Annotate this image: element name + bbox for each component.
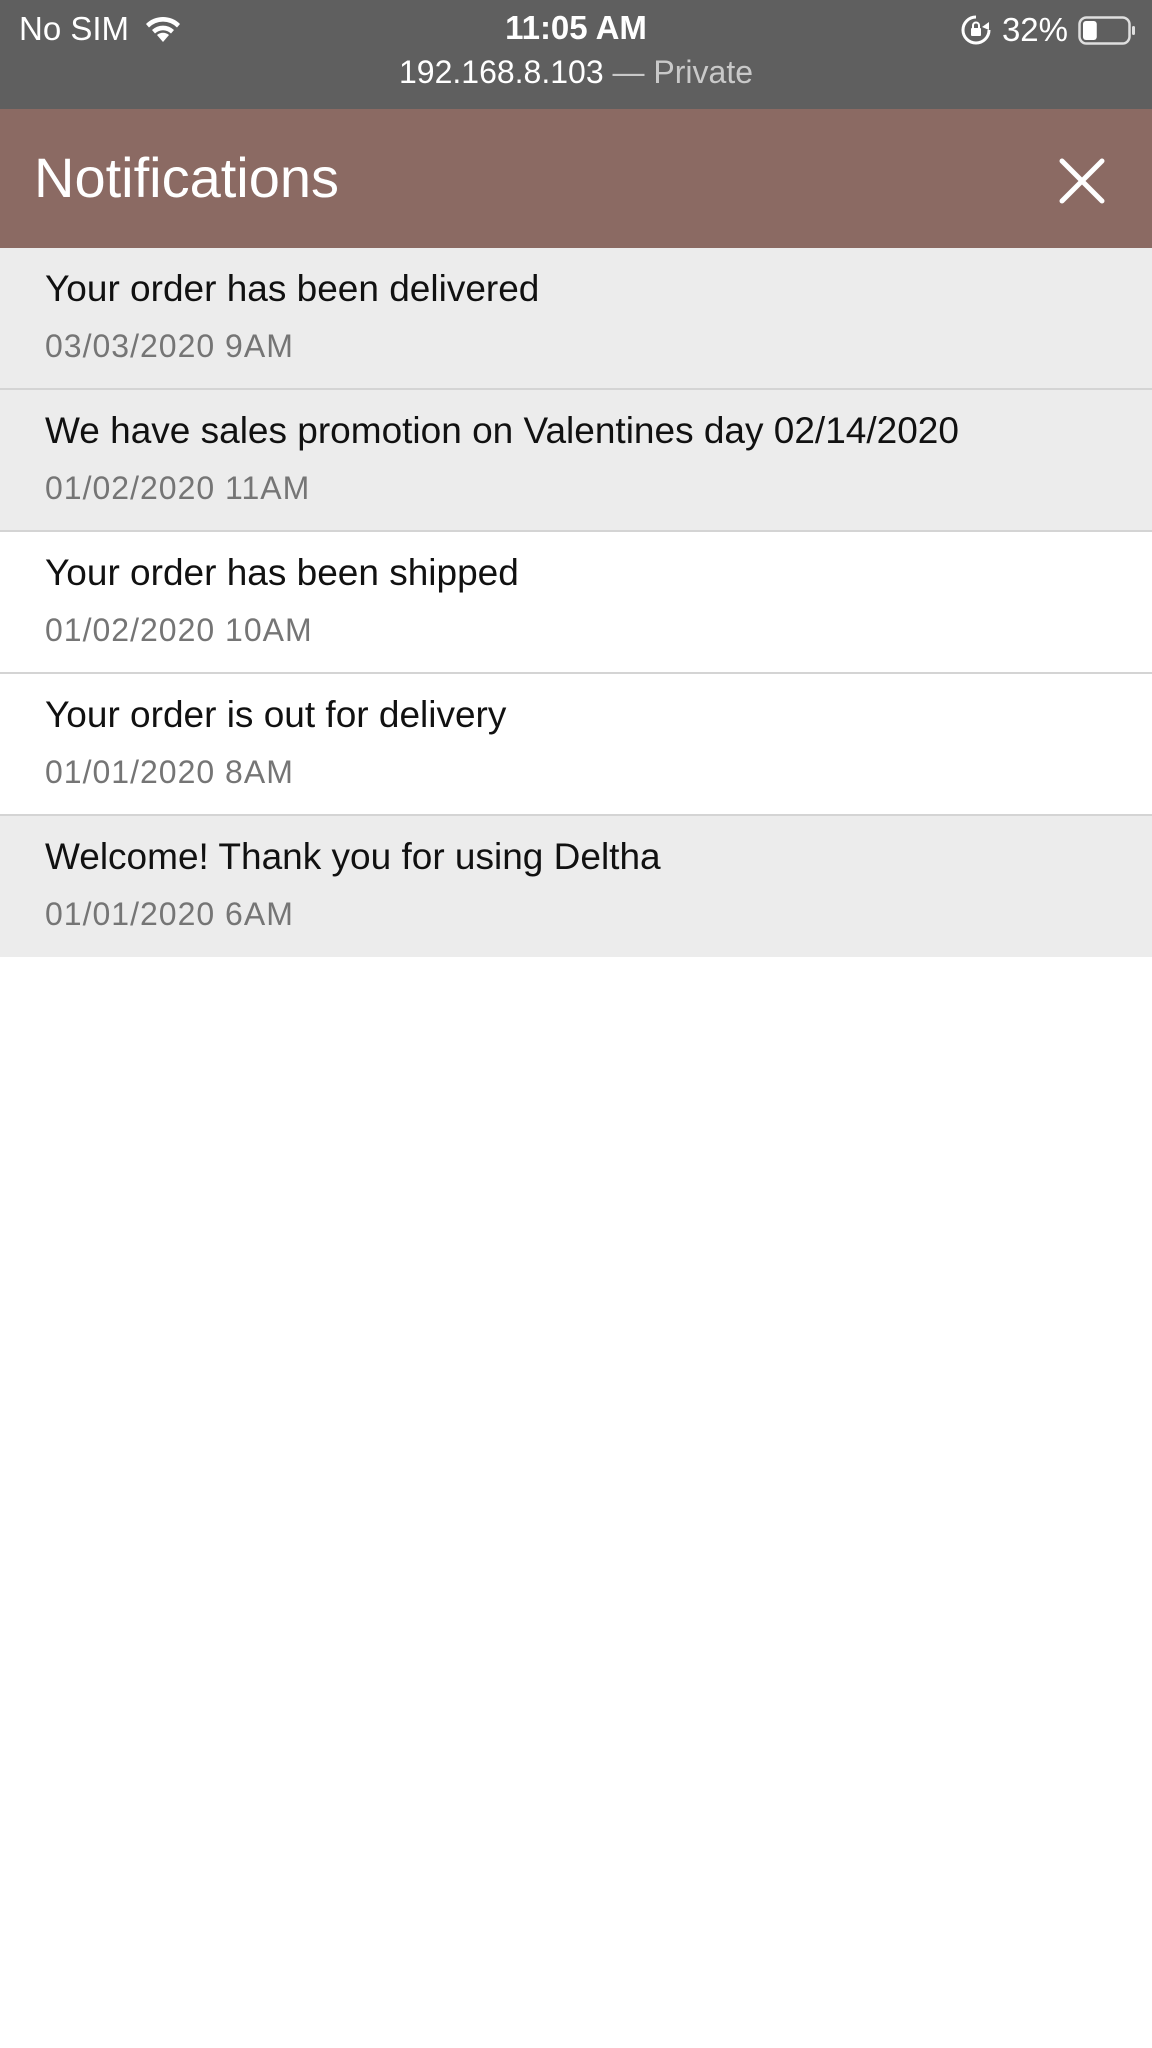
- notification-item[interactable]: Your order has been shipped 01/02/2020 1…: [0, 532, 1152, 674]
- notification-item[interactable]: Welcome! Thank you for using Deltha 01/0…: [0, 816, 1152, 957]
- url-bar[interactable]: 192.168.8.103 — Private: [0, 54, 1152, 91]
- notification-item[interactable]: We have sales promotion on Valentines da…: [0, 390, 1152, 532]
- orientation-lock-icon: [961, 15, 991, 45]
- notification-timestamp: 03/03/2020 9AM: [45, 328, 294, 364]
- notification-list: Your order has been delivered 03/03/2020…: [0, 248, 1152, 957]
- close-button[interactable]: [1054, 153, 1110, 209]
- status-right: 32%: [960, 11, 1136, 49]
- page-title: Notifications: [34, 146, 340, 209]
- notification-timestamp: 01/02/2020 11AM: [45, 470, 311, 506]
- close-icon: [1059, 158, 1105, 204]
- battery-percent: 32%: [1001, 11, 1068, 48]
- notification-title: We have sales promotion on Valentines da…: [45, 410, 959, 451]
- notification-item[interactable]: Your order is out for delivery 01/01/202…: [0, 674, 1152, 816]
- url-host: 192.168.8.103: [398, 54, 604, 90]
- battery-icon: [1078, 15, 1135, 45]
- url-separator: —: [603, 54, 654, 90]
- status-bar: No SIM 11:05 AM 192.168.8.103 — Private …: [0, 0, 1152, 109]
- notification-title: Your order has been shipped: [45, 552, 519, 593]
- notification-timestamp: 01/02/2020 10AM: [45, 612, 313, 648]
- notification-title: Welcome! Thank you for using Deltha: [45, 836, 661, 877]
- notification-timestamp: 01/01/2020 8AM: [45, 754, 294, 790]
- notification-item[interactable]: Your order has been delivered 03/03/2020…: [0, 248, 1152, 390]
- notification-title: Your order has been delivered: [45, 268, 540, 309]
- notification-timestamp: 01/01/2020 6AM: [45, 896, 294, 932]
- notification-title: Your order is out for delivery: [45, 694, 507, 735]
- notifications-header: Notifications: [0, 109, 1152, 248]
- browsing-mode-label: Private: [653, 54, 753, 90]
